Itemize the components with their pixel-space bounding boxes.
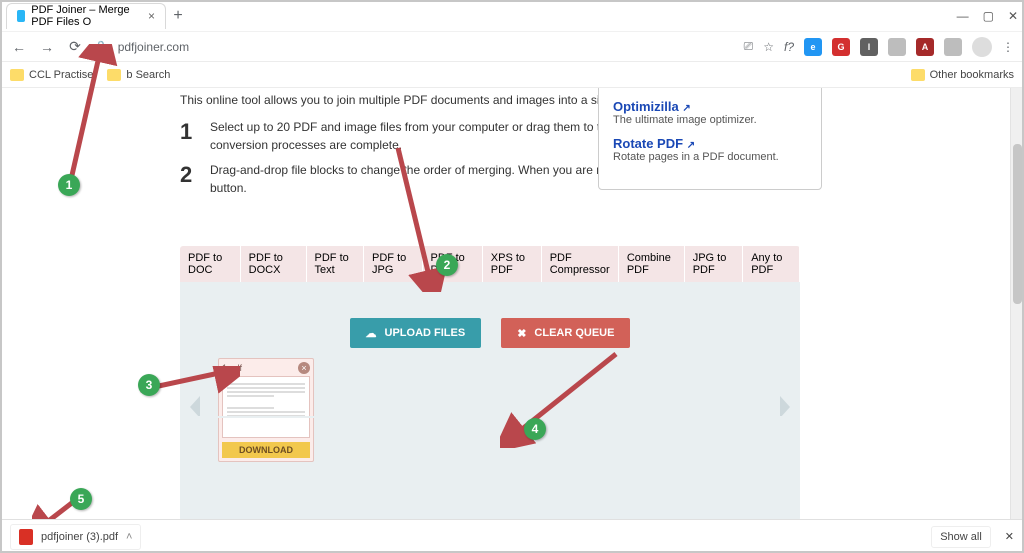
folder-icon xyxy=(10,69,24,81)
upload-files-button[interactable]: ☁UPLOAD FILES xyxy=(350,318,482,348)
other-bookmarks-label: Other bookmarks xyxy=(930,69,1014,81)
tab-pdf-to-docx[interactable]: PDF to DOCX xyxy=(241,246,307,282)
extension-icon[interactable] xyxy=(888,38,906,56)
tab-pdf-to-doc[interactable]: PDF to DOC xyxy=(180,246,241,282)
folder-icon xyxy=(911,69,925,81)
bookmark-label: b Search xyxy=(126,69,170,81)
upload-icon: ☁ xyxy=(366,327,377,340)
drop-area[interactable]: ☁UPLOAD FILES ✖CLEAR QUEUE 1.pdf× DOWNLO… xyxy=(180,282,800,519)
clear-icon: ✖ xyxy=(517,327,526,340)
tab-pdf-to-text[interactable]: PDF to Text xyxy=(307,246,365,282)
menu-icon[interactable]: ⋮ xyxy=(1002,40,1014,54)
bookmark-star-icon[interactable]: ☆ xyxy=(763,40,774,54)
new-tab-button[interactable]: + xyxy=(166,4,190,28)
forward-icon[interactable]: → xyxy=(38,39,56,55)
annotation-badge: 4 xyxy=(524,418,546,440)
sidebar-desc: The ultimate image optimizer. xyxy=(613,114,757,126)
external-link-icon: ↗ xyxy=(682,103,690,114)
tab-title: PDF Joiner – Merge PDF Files O xyxy=(31,4,142,28)
sidebar-link-rotatepdf[interactable]: Rotate PDF ↗ xyxy=(613,136,695,151)
clear-queue-button[interactable]: ✖CLEAR QUEUE xyxy=(501,318,630,348)
sidebar-links: Optimizilla ↗ The ultimate image optimiz… xyxy=(598,88,822,190)
tool-tabs: PDF to DOC PDF to DOCX PDF to Text PDF t… xyxy=(180,246,800,282)
pdf-file-icon xyxy=(19,529,33,545)
maximize-icon[interactable]: ▢ xyxy=(983,9,994,23)
annotation-badge: 1 xyxy=(58,174,80,196)
next-icon[interactable] xyxy=(776,394,794,423)
address-bar[interactable]: pdfjoiner.com xyxy=(118,40,189,54)
annotation-badge: 5 xyxy=(70,488,92,510)
external-link-icon: ↗ xyxy=(687,140,695,151)
scrollbar-thumb[interactable] xyxy=(1013,144,1022,304)
tab-xps-to-pdf[interactable]: XPS to PDF xyxy=(483,246,542,282)
divider xyxy=(180,416,800,418)
annotation-badge: 2 xyxy=(436,254,458,276)
minimize-icon[interactable]: — xyxy=(957,9,969,23)
other-bookmarks[interactable]: Other bookmarks xyxy=(911,69,1014,81)
annotation-arrow xyxy=(500,348,630,448)
annotation-badge: 3 xyxy=(138,374,160,396)
step-number: 2 xyxy=(180,162,200,197)
extension-icon[interactable]: l xyxy=(860,38,878,56)
download-file-name: pdfjoiner (3).pdf xyxy=(41,531,118,543)
close-window-icon[interactable]: ✕ xyxy=(1008,9,1018,23)
tab-jpg-to-pdf[interactable]: JPG to PDF xyxy=(685,246,744,282)
tab-any-to-pdf[interactable]: Any to PDF xyxy=(743,246,800,282)
remove-file-icon[interactable]: × xyxy=(298,362,310,374)
tab-pdf-compressor[interactable]: PDF Compressor xyxy=(542,246,619,282)
extension-icon[interactable] xyxy=(944,38,962,56)
close-tab-icon[interactable]: × xyxy=(148,9,155,23)
show-all-downloads[interactable]: Show all xyxy=(931,526,991,548)
scrollbar-track[interactable] xyxy=(1010,88,1024,519)
sidebar-desc: Rotate pages in a PDF document. xyxy=(613,151,779,163)
page-viewport: This online tool allows you to join mult… xyxy=(0,88,1010,519)
extension-icon[interactable]: G xyxy=(832,38,850,56)
favicon xyxy=(17,10,25,22)
back-icon[interactable]: ← xyxy=(10,39,28,55)
cast-icon[interactable]: ⎚ xyxy=(744,39,754,54)
browser-tab[interactable]: PDF Joiner – Merge PDF Files O × xyxy=(6,3,166,29)
extension-icon[interactable]: A xyxy=(916,38,934,56)
chevron-up-icon[interactable]: ˄ xyxy=(126,531,132,543)
sidebar-link-optimizilla[interactable]: Optimizilla ↗ xyxy=(613,99,691,114)
annotation-arrow xyxy=(58,44,118,194)
step-number: 1 xyxy=(180,119,200,154)
tab-combine-pdf[interactable]: Combine PDF xyxy=(619,246,685,282)
profile-avatar[interactable] xyxy=(972,37,992,57)
extension-icon[interactable]: e xyxy=(804,38,822,56)
download-button[interactable]: DOWNLOAD xyxy=(222,442,310,458)
extension-icon[interactable]: f? xyxy=(784,40,794,54)
close-downloads-icon[interactable]: ✕ xyxy=(1005,530,1014,543)
download-item[interactable]: pdfjoiner (3).pdf ˄ xyxy=(10,524,141,550)
